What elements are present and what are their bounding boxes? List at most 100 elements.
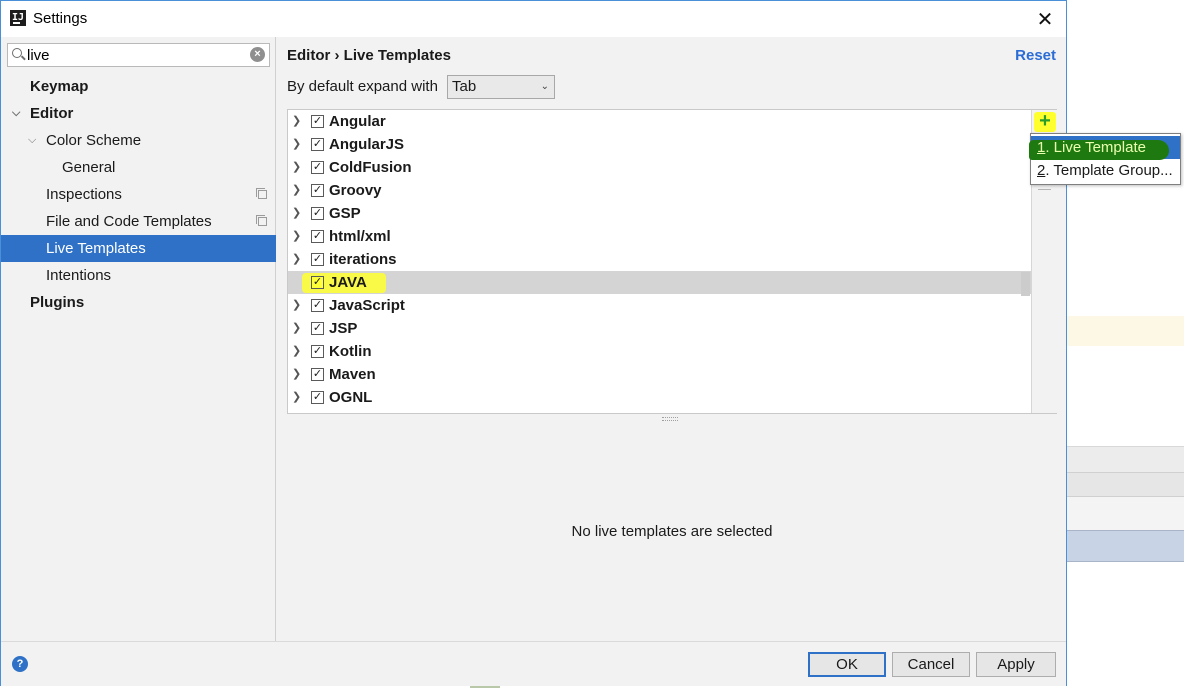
chevron-right-icon[interactable]: ❯ — [292, 363, 301, 386]
sidebar-item-plugins[interactable]: Plugins — [1, 289, 276, 316]
templates-tree: ❯ ✓ Angular ❯ ✓ AngularJS ❯ ✓ ColdFusion… — [288, 110, 1031, 413]
menu-item-label: . Template Group... — [1045, 162, 1173, 179]
ok-button[interactable]: OK — [808, 652, 886, 677]
add-popup-menu: 1. Live Template 2. Template Group... — [1029, 133, 1181, 185]
chevron-right-icon[interactable]: ❯ — [292, 110, 301, 133]
settings-dialog: IJ Settings ✕ × Keymap ⌵ Editor ⌵ Color … — [0, 0, 1067, 686]
sidebar-item-label: Editor — [30, 105, 74, 122]
settings-tree: Keymap ⌵ Editor ⌵ Color Scheme General I… — [1, 73, 276, 316]
expand-with-select[interactable]: Tab ⌄ — [447, 75, 555, 99]
background-panel — [1066, 472, 1184, 496]
group-checkbox[interactable]: ✓ — [311, 253, 324, 266]
template-group-row-selected[interactable]: ✓ JAVA — [288, 271, 1031, 294]
sidebar-item-label: Inspections — [46, 186, 122, 203]
sidebar-item-label: Color Scheme — [46, 132, 142, 149]
group-checkbox[interactable]: ✓ — [311, 207, 324, 220]
template-group-row[interactable]: ❯ ✓ OGNL — [288, 386, 1031, 409]
sidebar-item-file-and-code-templates[interactable]: File and Code Templates — [1, 208, 276, 235]
group-checkbox[interactable]: ✓ — [311, 391, 324, 404]
template-group-row[interactable]: ❯ ✓ iterations — [288, 248, 1031, 271]
clear-search-icon[interactable]: × — [250, 47, 265, 62]
template-group-name: Angular — [329, 113, 386, 130]
chevron-right-icon[interactable]: ❯ — [292, 225, 301, 248]
template-group-row[interactable]: ❯ ✓ JavaScript — [288, 294, 1031, 317]
chevron-right-icon[interactable]: ❯ — [292, 340, 301, 363]
sidebar-item-intentions[interactable]: Intentions — [1, 262, 276, 289]
apply-button[interactable]: Apply — [976, 652, 1056, 677]
group-checkbox[interactable]: ✓ — [311, 184, 324, 197]
group-checkbox[interactable]: ✓ — [311, 345, 324, 358]
template-group-name: JSP — [329, 320, 358, 337]
chevron-right-icon[interactable]: ❯ — [292, 248, 301, 271]
chevron-right-icon[interactable]: ❯ — [292, 179, 301, 202]
title-bar: IJ Settings ✕ — [1, 1, 1066, 37]
window-title: Settings — [33, 10, 88, 27]
template-group-row[interactable]: ❯ ✓ Maven — [288, 363, 1031, 386]
project-settings-icon — [256, 215, 267, 226]
chevron-right-icon[interactable]: ❯ — [292, 386, 301, 409]
template-group-row[interactable]: ❯ ✓ JSP — [288, 317, 1031, 340]
close-icon: ✕ — [1036, 8, 1054, 31]
sidebar-item-label: File and Code Templates — [46, 213, 212, 230]
background-panel — [1066, 496, 1184, 530]
sidebar-item-keymap[interactable]: Keymap — [1, 73, 276, 100]
menu-item-live-template[interactable]: 1. Live Template — [1029, 136, 1180, 160]
template-group-name: Groovy — [329, 182, 382, 199]
template-group-name: JavaScript — [329, 297, 405, 314]
cancel-button[interactable]: Cancel — [892, 652, 970, 677]
chevron-right-icon[interactable]: ❯ — [292, 202, 301, 225]
template-group-name: GSP — [329, 205, 361, 222]
search-input[interactable] — [27, 46, 247, 64]
template-group-row[interactable]: ❯ ✓ ColdFusion — [288, 156, 1031, 179]
group-checkbox[interactable]: ✓ — [311, 161, 324, 174]
group-checkbox[interactable]: ✓ — [311, 322, 324, 335]
template-group-row[interactable]: ❯ ✓ AngularJS — [288, 133, 1031, 156]
group-checkbox[interactable]: ✓ — [311, 276, 324, 289]
template-group-row[interactable]: ❯ ✓ Kotlin — [288, 340, 1031, 363]
menu-item-template-group[interactable]: 2. Template Group... — [1031, 159, 1180, 182]
group-checkbox[interactable]: ✓ — [311, 368, 324, 381]
background-selected-row — [1066, 530, 1184, 562]
template-group-row[interactable]: ❯ ✓ Groovy — [288, 179, 1031, 202]
expand-with-value: Tab — [452, 78, 477, 95]
chevron-right-icon[interactable]: ❯ — [292, 156, 301, 179]
sidebar-item-live-templates[interactable]: Live Templates — [1, 235, 276, 262]
close-button[interactable]: ✕ — [1024, 1, 1066, 37]
template-group-name: iterations — [329, 251, 397, 268]
sidebar-item-editor[interactable]: ⌵ Editor — [1, 100, 276, 127]
group-checkbox[interactable]: ✓ — [311, 299, 324, 312]
template-group-row[interactable]: ❯ ✓ GSP — [288, 202, 1031, 225]
plus-icon: + — [1039, 110, 1051, 132]
chevron-right-icon[interactable]: ❯ — [292, 317, 301, 340]
dialog-button-bar: ? OK Cancel Apply — [1, 641, 1066, 686]
template-group-name: AngularJS — [329, 136, 405, 153]
reset-link[interactable]: Reset — [1015, 47, 1056, 64]
sidebar-item-label: Keymap — [30, 78, 89, 95]
expand-with-label: By default expand with — [287, 78, 438, 95]
template-group-row[interactable]: ❯ ✓ Angular — [288, 110, 1031, 133]
sidebar-item-label: Intentions — [46, 267, 112, 284]
empty-details-message: No live templates are selected — [571, 523, 773, 540]
sidebar-item-general[interactable]: General — [1, 154, 276, 181]
background-editor-line — [1066, 316, 1184, 346]
breadcrumb: Editor › Live Templates — [287, 47, 451, 64]
sidebar-item-inspections[interactable]: Inspections — [1, 181, 276, 208]
group-checkbox[interactable]: ✓ — [311, 138, 324, 151]
group-checkbox[interactable]: ✓ — [311, 115, 324, 128]
template-group-row[interactable]: ❯ ✓ html/xml — [288, 225, 1031, 248]
chevron-right-icon[interactable]: ❯ — [292, 294, 301, 317]
add-button[interactable]: + — [1034, 110, 1056, 132]
template-group-name: Kotlin — [329, 343, 372, 360]
vertical-scrollbar[interactable] — [1021, 272, 1030, 296]
menu-item-label: . Live Template — [1045, 139, 1146, 156]
background-panel — [1066, 446, 1184, 472]
chevron-down-icon[interactable]: ⌵ — [28, 127, 36, 154]
template-group-name: OGNL — [329, 389, 373, 406]
chevron-right-icon[interactable]: ❯ — [292, 133, 301, 156]
group-checkbox[interactable]: ✓ — [311, 230, 324, 243]
chevron-down-icon[interactable]: ⌵ — [12, 100, 20, 127]
project-settings-icon — [256, 188, 267, 199]
splitter-handle[interactable] — [662, 417, 678, 421]
sidebar-item-color-scheme[interactable]: ⌵ Color Scheme — [1, 127, 276, 154]
help-icon[interactable]: ? — [12, 656, 28, 672]
